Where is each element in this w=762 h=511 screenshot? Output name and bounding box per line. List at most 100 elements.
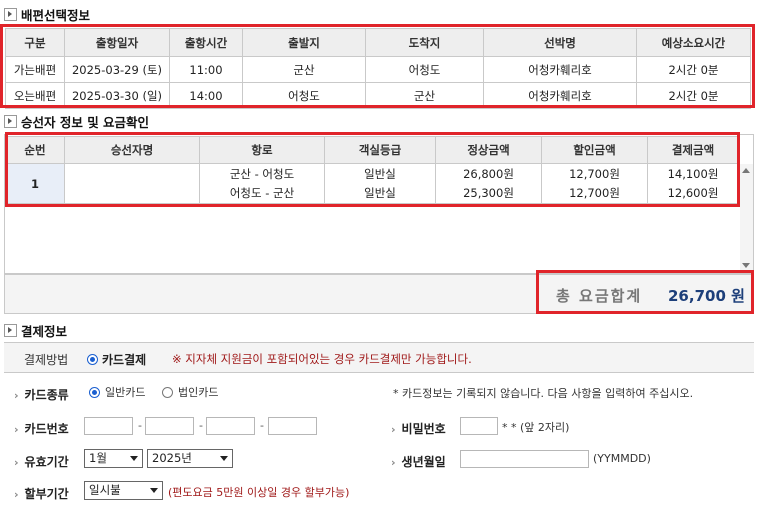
discount-amount: 12,700원	[569, 166, 620, 181]
chevron-right-icon: ›	[391, 423, 396, 436]
card-type-personal: 일반카드	[105, 386, 146, 399]
card-type-label-wrap: › 카드종류	[14, 386, 69, 403]
radio-selected-icon[interactable]	[87, 354, 98, 365]
payment-method-option: 카드결제	[102, 353, 147, 367]
passenger-header: 항로	[199, 136, 325, 164]
birth-date-input[interactable]	[460, 450, 589, 468]
schedule-header: 출항시간	[169, 28, 243, 57]
schedule-cell: 군산	[365, 82, 484, 109]
grade-line: 일반실	[364, 166, 396, 181]
passenger-row[interactable]: 1 군산 - 어청도 어청도 - 군산 일반실 일반실 26,800원 25,3…	[5, 163, 739, 204]
expiry-year-select[interactable]: 2025년	[147, 449, 233, 468]
schedule-header: 구분	[5, 28, 65, 57]
password-label-wrap: › 비밀번호	[391, 420, 446, 437]
passenger-header: 결제금액	[647, 136, 739, 164]
chevron-right-icon: ›	[14, 456, 19, 469]
passenger-pay-cell: 14,100원 12,600원	[647, 163, 739, 204]
passenger-header: 승선자명	[64, 136, 200, 164]
chevron-down-icon	[150, 488, 158, 493]
expiry-label-wrap: › 유효기간	[14, 453, 69, 470]
card-number-input-3[interactable]	[206, 417, 255, 435]
card-number-separator: -	[199, 419, 203, 432]
route-line: 군산 - 어청도	[229, 166, 295, 181]
scroll-up-icon[interactable]	[742, 168, 750, 173]
schedule-cell: 14:00	[169, 82, 243, 109]
card-type-personal-radio[interactable]: 일반카드	[89, 384, 145, 400]
section-arrow-icon	[4, 115, 17, 128]
passenger-no: 1	[5, 163, 65, 204]
schedule-header: 출항일자	[64, 28, 170, 57]
normal-amount: 26,800원	[463, 166, 514, 181]
chevron-down-icon	[130, 456, 138, 461]
card-type-corporate: 법인카드	[178, 386, 219, 399]
schedule-row-return: 오는배편 2025-03-30 (일) 14:00 어청도 군산 어청카훼리호 …	[5, 82, 751, 109]
schedule-header: 예상소요시간	[636, 28, 751, 57]
payment-title-text: 결제정보	[21, 324, 68, 339]
card-number-separator: -	[138, 419, 142, 432]
passenger-normal-cell: 26,800원 25,300원	[435, 163, 542, 204]
chevron-right-icon: ›	[391, 456, 396, 469]
expiry-month-select[interactable]: 1월	[84, 449, 143, 468]
birth-label: 생년월일	[401, 455, 446, 469]
section-title-passengers: 승선자 정보 및 요금확인	[4, 112, 149, 131]
password-input[interactable]	[460, 417, 498, 435]
grade-line: 일반실	[364, 185, 396, 200]
schedule-header: 출발지	[242, 28, 366, 57]
passenger-title-text: 승선자 정보 및 요금확인	[21, 115, 150, 130]
passenger-header: 객실등급	[324, 136, 436, 164]
schedule-row-outbound: 가는배편 2025-03-29 (토) 11:00 군산 어청도 어청카훼리호 …	[5, 56, 751, 83]
card-number-label-wrap: › 카드번호	[14, 420, 69, 437]
vertical-scrollbar[interactable]	[740, 164, 753, 272]
payment-method-card-radio[interactable]: 카드결제	[87, 351, 146, 368]
card-number-input-2[interactable]	[145, 417, 194, 435]
chevron-right-icon: ›	[14, 488, 19, 501]
installment-label: 할부기간	[24, 487, 69, 501]
schedule-cell: 2025-03-30 (일)	[64, 82, 170, 109]
expiry-month-value: 1월	[89, 451, 107, 465]
section-title-payment: 결제정보	[4, 321, 67, 340]
card-info-note: * 카드정보는 기록되지 않습니다. 다음 사항을 입력하여 주십시오.	[393, 387, 694, 400]
schedule-header-row: 구분 출항일자 출항시간 출발지 도착지 선박명 예상소요시간	[5, 28, 751, 57]
section-arrow-icon	[4, 8, 17, 21]
birth-hint: (YYMMDD)	[593, 452, 651, 465]
passenger-grade-cell: 일반실 일반실	[324, 163, 436, 204]
password-label: 비밀번호	[401, 422, 446, 436]
passenger-name	[64, 163, 200, 204]
radio-selected-icon[interactable]	[89, 386, 100, 398]
total-value: 26,700 원	[668, 287, 745, 305]
schedule-cell: 어청카훼리호	[483, 56, 637, 83]
schedule-title-text: 배편선택정보	[21, 8, 91, 23]
scroll-down-icon[interactable]	[742, 263, 750, 268]
schedule-cell: 가는배편	[5, 56, 65, 83]
schedule-cell: 어청도	[365, 56, 484, 83]
passenger-table: 순번 승선자명 항로 객실등급 정상금액 할인금액 결제금액 1 군산 - 어청…	[5, 136, 739, 204]
chevron-down-icon	[220, 456, 228, 461]
birth-label-wrap: › 생년월일	[391, 453, 446, 470]
card-type-corporate-radio[interactable]: 법인카드	[162, 384, 218, 400]
schedule-cell: 2025-03-29 (토)	[64, 56, 170, 83]
installment-value: 일시불	[89, 483, 121, 497]
radio-unselected-icon[interactable]	[162, 386, 173, 398]
normal-amount: 25,300원	[463, 185, 514, 200]
schedule-cell: 어청카훼리호	[483, 82, 637, 109]
card-type-label: 카드종류	[24, 388, 69, 402]
card-number-input-1[interactable]	[84, 417, 133, 435]
expiry-label: 유효기간	[24, 455, 69, 469]
installment-select[interactable]: 일시불	[84, 481, 163, 500]
schedule-cell: 군산	[242, 56, 366, 83]
card-number-separator: -	[260, 419, 264, 432]
pay-amount: 14,100원	[667, 166, 719, 181]
payment-notice: ※ 지자체 지원금이 포함되어있는 경우 카드결제만 가능합니다.	[172, 352, 472, 366]
schedule-cell: 오는배편	[5, 82, 65, 109]
card-number-label: 카드번호	[24, 422, 69, 436]
passenger-header: 정상금액	[435, 136, 542, 164]
passenger-header: 할인금액	[541, 136, 648, 164]
schedule-cell: 2시간 0분	[636, 82, 751, 109]
chevron-right-icon: ›	[14, 423, 19, 436]
schedule-cell: 11:00	[169, 56, 243, 83]
expiry-year-value: 2025년	[152, 451, 192, 465]
payment-method-label: 결제방법	[24, 353, 69, 367]
route-line: 어청도 - 군산	[229, 185, 295, 200]
card-number-input-4[interactable]	[268, 417, 317, 435]
passenger-discount-cell: 12,700원 12,700원	[541, 163, 648, 204]
